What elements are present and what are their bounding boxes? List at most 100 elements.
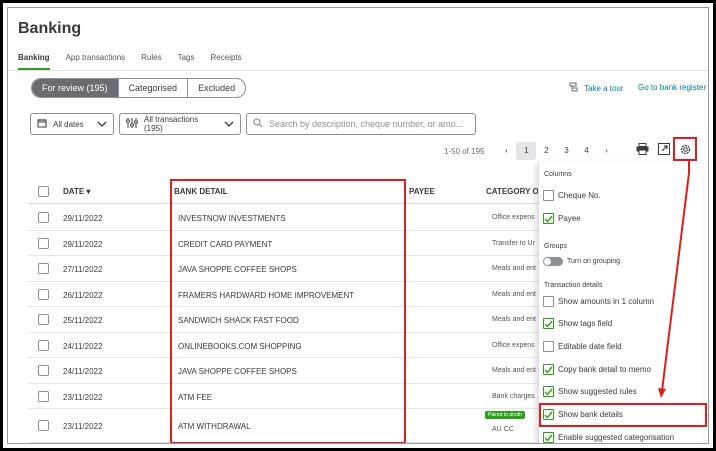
- option-label: Show suggested rules: [558, 387, 637, 396]
- columns-heading: Columns: [544, 171, 572, 178]
- checkmark-icon[interactable]: [543, 213, 554, 224]
- gear-highlight-box: [673, 137, 697, 161]
- row-category[interactable]: Meals and ent: [492, 316, 536, 323]
- row-category[interactable]: Transfer to Ur: [492, 240, 535, 247]
- show-bank-details-highlight-box: [539, 403, 707, 427]
- header-payee[interactable]: PAYEE: [409, 187, 435, 196]
- row-checkbox[interactable]: [38, 390, 49, 402]
- checkmark-icon[interactable]: [543, 432, 554, 443]
- select-all-checkbox[interactable]: [38, 186, 49, 197]
- export-icon[interactable]: [655, 140, 673, 158]
- pagination-page-3[interactable]: 3: [556, 142, 576, 160]
- row-checkbox[interactable]: [38, 212, 49, 223]
- option-payee[interactable]: Payee: [543, 213, 581, 224]
- search-placeholder: Search by description, cheque number, or…: [269, 119, 464, 129]
- search-icon: [253, 118, 263, 130]
- row-date: 26/11/2022: [63, 290, 103, 300]
- take-tour-label: Take a tour: [584, 83, 624, 93]
- option-label: Editable date field: [558, 342, 622, 351]
- option-copy-bank-detail[interactable]: Copy bank detail to memo: [543, 364, 651, 375]
- checkbox-unchecked[interactable]: [543, 341, 554, 352]
- screenshot-frame: Banking Banking App transactions Rules T…: [0, 0, 716, 451]
- tab-excluded[interactable]: Excluded: [188, 79, 245, 97]
- sliders-icon: [126, 118, 138, 130]
- tab-categorised[interactable]: Categorised: [119, 79, 189, 97]
- option-show-tags[interactable]: Show tags field: [543, 318, 612, 329]
- row-category[interactable]: Bank charges: [492, 393, 535, 400]
- main-tabs: Banking App transactions Rules Tags Rece…: [18, 53, 242, 70]
- pagination-page-4[interactable]: 4: [576, 142, 596, 160]
- settings-panel: Columns Cheque No. Payee Groups Turn on …: [538, 162, 703, 443]
- checkmark-icon[interactable]: [543, 318, 554, 329]
- row-date: 24/11/2022: [63, 341, 103, 351]
- option-enable-suggested[interactable]: Enable suggested categorisation: [543, 432, 674, 443]
- transactions-dropdown[interactable]: All transactions (195): [119, 113, 241, 135]
- row-category[interactable]: Meals and ent: [492, 265, 536, 272]
- header-category[interactable]: CATEGORY O: [486, 187, 539, 196]
- tabs-divider: [8, 70, 708, 71]
- row-category[interactable]: Office expens: [492, 342, 535, 349]
- pagination: 1-50 of 195 ‹ 1 2 3 4 ›: [444, 142, 616, 160]
- checkbox-unchecked[interactable]: [543, 296, 554, 307]
- row-checkbox[interactable]: [38, 237, 49, 249]
- review-segmented-control: For review (195) Categorised Excluded: [31, 78, 247, 98]
- go-to-bank-register-link[interactable]: Go to bank register: [638, 83, 706, 92]
- chevron-down-icon: [97, 120, 107, 129]
- grouping-toggle[interactable]: [543, 257, 563, 266]
- dates-dropdown-label: All dates: [53, 119, 84, 129]
- tab-tags[interactable]: Tags: [178, 53, 195, 70]
- pagination-prev[interactable]: ‹: [496, 142, 516, 160]
- chevron-down-icon: [224, 120, 234, 129]
- row-category[interactable]: Office expens: [492, 214, 535, 221]
- row-date: 29/11/2022: [63, 214, 103, 223]
- row-date: 23/11/2022: [63, 392, 103, 402]
- print-icon[interactable]: [633, 140, 651, 158]
- checkmark-icon[interactable]: [543, 364, 554, 375]
- row-checkbox[interactable]: [38, 420, 49, 431]
- option-label: Cheque No.: [558, 191, 601, 200]
- option-show-suggested-rules[interactable]: Show suggested rules: [543, 386, 637, 397]
- page-title: Banking: [18, 20, 82, 37]
- row-category[interactable]: Meals and ent: [492, 291, 536, 298]
- option-cheque-no[interactable]: Cheque No.: [543, 190, 601, 201]
- dates-dropdown[interactable]: All dates: [30, 113, 114, 135]
- transactions-dropdown-label: All transactions (195): [144, 115, 199, 133]
- take-tour-link[interactable]: Take a tour: [568, 81, 624, 95]
- tab-app-transactions[interactable]: App transactions: [66, 53, 126, 70]
- row-date: 24/11/2022: [63, 367, 103, 376]
- checkmark-icon[interactable]: [543, 386, 554, 397]
- option-label: Show tags field: [558, 319, 613, 328]
- option-show-amounts[interactable]: Show amounts in 1 column: [543, 296, 654, 307]
- option-label: Copy bank detail to memo: [558, 365, 651, 374]
- pagination-page-1[interactable]: 1: [516, 142, 537, 160]
- row-category[interactable]: AU CC: [492, 426, 514, 433]
- option-grouping[interactable]: Turn on grouping: [543, 257, 620, 266]
- option-editable-date[interactable]: Editable date field: [543, 341, 622, 352]
- transaction-details-heading: Transaction details: [544, 282, 603, 289]
- option-label: Turn on grouping: [567, 258, 621, 265]
- pagination-page-2[interactable]: 2: [536, 142, 556, 160]
- tab-banking[interactable]: Banking: [18, 53, 50, 70]
- row-checkbox[interactable]: [38, 365, 49, 376]
- checkbox-unchecked[interactable]: [543, 190, 554, 201]
- row-date: 25/11/2022: [63, 316, 103, 325]
- search-input[interactable]: Search by description, cheque number, or…: [246, 113, 476, 135]
- tab-for-review[interactable]: For review (195): [32, 79, 119, 97]
- groups-heading: Groups: [544, 243, 567, 250]
- row-category[interactable]: Meals and ent: [492, 367, 536, 374]
- row-date: 27/11/2022: [63, 265, 103, 274]
- option-label: Show amounts in 1 column: [558, 297, 655, 306]
- option-label: Enable suggested categorisation: [558, 433, 675, 442]
- row-checkbox[interactable]: [38, 314, 49, 325]
- tab-rules[interactable]: Rules: [141, 53, 161, 70]
- row-checkbox[interactable]: [38, 263, 49, 274]
- bank-detail-highlight-box: [170, 179, 406, 443]
- header-date[interactable]: DATE ▾: [63, 187, 90, 196]
- row-checkbox[interactable]: [38, 288, 49, 300]
- tab-receipts[interactable]: Receipts: [211, 53, 242, 70]
- pagination-next[interactable]: ›: [596, 142, 616, 160]
- row-date: 29/11/2022: [63, 239, 103, 249]
- calendar-icon: [37, 118, 47, 130]
- pagination-range: 1-50 of 195: [444, 146, 485, 156]
- row-checkbox[interactable]: [38, 339, 49, 351]
